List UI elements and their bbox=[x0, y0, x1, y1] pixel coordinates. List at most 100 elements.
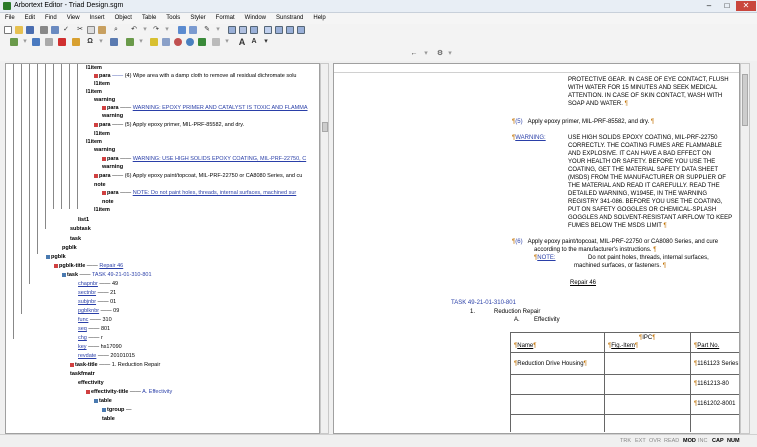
attr-sectnbr[interactable]: sectnbr —— 21 bbox=[78, 289, 116, 297]
format-dropdown-icon[interactable]: ▾ bbox=[262, 38, 270, 46]
attr-revdate[interactable]: revdate —— 20101015 bbox=[78, 352, 135, 360]
tree-node-task-end[interactable]: task bbox=[70, 235, 81, 243]
table-cell-part[interactable]: ¶1161202-8001 bbox=[694, 400, 736, 408]
redo-icon[interactable]: ↷ bbox=[152, 26, 160, 34]
attr-subjnbr[interactable]: subjnbr —— 01 bbox=[78, 298, 116, 306]
tree-node-table[interactable]: table bbox=[94, 397, 112, 405]
menu-find[interactable]: Find bbox=[40, 13, 62, 24]
menu-insert[interactable]: Insert bbox=[85, 13, 110, 24]
undo-icon[interactable]: ↶ bbox=[130, 26, 138, 34]
tree-node-table-end[interactable]: table bbox=[102, 415, 115, 423]
tree-node-taskfmatr[interactable]: taskfmatr bbox=[70, 370, 95, 378]
menu-object[interactable]: Object bbox=[110, 13, 137, 24]
note-label[interactable]: ¶NOTE: bbox=[534, 254, 556, 262]
tree-node-para[interactable]: para —— NOTE: Do not paint holes, thread… bbox=[102, 189, 296, 197]
attr-pgblknbr[interactable]: pgblknbr —— 09 bbox=[78, 307, 119, 315]
tree-node-task[interactable]: task —— TASK 49-21-01-310-801 bbox=[62, 271, 152, 279]
tree-node-pgblk[interactable]: pgblk bbox=[46, 253, 66, 261]
tree-node-para[interactable]: para —— (6) Apply epoxy paint/topcoat, M… bbox=[94, 172, 302, 180]
table-cell-name[interactable]: ¶Reduction Drive Housing¶ bbox=[514, 360, 587, 368]
browser-icon[interactable] bbox=[186, 38, 194, 46]
forward-icon[interactable]: ⚙ bbox=[436, 50, 444, 58]
symbol-dropdown-icon[interactable]: ▾ bbox=[97, 38, 105, 46]
document-edit-pane[interactable]: PROTECTIVE GEAR. IN CASE OF EYE CONTACT,… bbox=[333, 63, 740, 434]
attr-func[interactable]: func —— 310 bbox=[78, 316, 112, 324]
tree-node-l1item-end[interactable]: l1item bbox=[94, 206, 110, 214]
table-split-icon[interactable] bbox=[286, 26, 294, 34]
tree-node-para[interactable]: para —— (4) Wipe area with a damp cloth … bbox=[94, 72, 297, 80]
link-icon[interactable] bbox=[110, 38, 118, 46]
tree-node-tgroup[interactable]: tgroup — bbox=[102, 406, 131, 414]
find-icon[interactable]: ⌕ bbox=[112, 26, 120, 34]
tree-node-task-title[interactable]: task-title —— 1. Reduction Repair bbox=[70, 361, 160, 369]
right-scroll-thumb[interactable] bbox=[742, 74, 748, 126]
spellcheck-icon[interactable]: ✓ bbox=[62, 26, 70, 34]
new-icon[interactable] bbox=[4, 26, 12, 34]
undo-dropdown-icon[interactable]: ▾ bbox=[141, 26, 149, 34]
left-scroll-thumb[interactable] bbox=[322, 122, 328, 132]
table-insert-icon[interactable] bbox=[239, 26, 247, 34]
tag-dropdown-icon[interactable]: ▾ bbox=[21, 38, 29, 46]
tree-node-subtask-end[interactable]: subtask bbox=[70, 225, 91, 233]
tree-node-l1item[interactable]: l1item bbox=[86, 64, 102, 72]
tree-node-effectivity-title[interactable]: effectivity-title —— A. Effectivity bbox=[86, 388, 172, 396]
tree-node-warning-end[interactable]: warning bbox=[102, 112, 123, 120]
menu-help[interactable]: Help bbox=[308, 13, 330, 24]
menu-table[interactable]: Table bbox=[137, 13, 161, 24]
back-icon[interactable]: ← bbox=[410, 50, 418, 58]
insert-markup-icon[interactable] bbox=[178, 26, 186, 34]
table-row-icon[interactable] bbox=[250, 26, 258, 34]
table-cell-part[interactable]: ¶1161213-80 bbox=[694, 380, 729, 388]
attr-key[interactable]: key —— hs17090 bbox=[78, 343, 122, 351]
tree-node-para[interactable]: para —— (5) Apply epoxy primer, MIL-PRF-… bbox=[94, 121, 244, 129]
print-icon[interactable] bbox=[40, 26, 48, 34]
redo-dropdown-icon[interactable]: ▾ bbox=[163, 26, 171, 34]
font-size-icon[interactable]: A bbox=[250, 38, 258, 46]
tree-node-note-end[interactable]: note bbox=[102, 198, 114, 206]
save-icon[interactable] bbox=[26, 26, 34, 34]
change-markup-icon[interactable] bbox=[189, 26, 197, 34]
paste-icon[interactable] bbox=[98, 26, 106, 34]
minimize-button[interactable]: – bbox=[700, 1, 718, 11]
table-column-icon[interactable] bbox=[264, 26, 272, 34]
tree-node-pgblk-end[interactable]: pgblk bbox=[62, 244, 77, 252]
menu-tools[interactable]: Tools bbox=[161, 13, 185, 24]
tree-node-l1item[interactable]: l1item bbox=[86, 88, 102, 96]
menu-styler[interactable]: Styler bbox=[185, 13, 210, 24]
open-icon[interactable] bbox=[15, 26, 23, 34]
attr-chapnbr[interactable]: chapnbr —— 49 bbox=[78, 280, 118, 288]
copy-icon[interactable] bbox=[87, 26, 95, 34]
tag-icon[interactable] bbox=[10, 38, 18, 46]
table-merge-icon[interactable] bbox=[297, 26, 305, 34]
tree-node-warning[interactable]: warning bbox=[94, 96, 115, 104]
right-scrollbar[interactable] bbox=[740, 63, 750, 434]
graphic-icon[interactable] bbox=[126, 38, 134, 46]
menu-edit[interactable]: Edit bbox=[20, 13, 40, 24]
tree-node-effectivity[interactable]: effectivity bbox=[78, 379, 104, 387]
zoom-icon[interactable] bbox=[212, 38, 220, 46]
entity-icon[interactable] bbox=[32, 38, 40, 46]
warning-label[interactable]: ¶WARNING: bbox=[512, 134, 546, 142]
zoom-dropdown-icon[interactable]: ▾ bbox=[223, 38, 231, 46]
table-props-icon[interactable] bbox=[162, 38, 170, 46]
cut-icon[interactable]: ✂ bbox=[76, 26, 84, 34]
tree-node-pgblk-title[interactable]: pgblk-title —— Repair 46 bbox=[54, 262, 123, 270]
edit-attributes-icon[interactable]: ✎ bbox=[203, 26, 211, 34]
bold-icon[interactable]: A bbox=[238, 38, 246, 47]
menu-file[interactable]: File bbox=[0, 13, 20, 24]
menu-format[interactable]: Format bbox=[211, 13, 240, 24]
pdf-icon[interactable] bbox=[174, 38, 182, 46]
menu-sunstrand[interactable]: Sunstrand bbox=[271, 13, 308, 24]
tree-node-warning[interactable]: warning bbox=[94, 146, 115, 154]
menu-view[interactable]: View bbox=[62, 13, 85, 24]
close-button[interactable]: ✕ bbox=[736, 1, 756, 11]
highlight-icon[interactable] bbox=[150, 38, 158, 46]
tree-node-warning-end[interactable]: warning bbox=[102, 163, 123, 171]
bookmark-icon[interactable] bbox=[72, 38, 80, 46]
maximize-button[interactable]: □ bbox=[718, 1, 736, 11]
attr-chg[interactable]: chg —— r bbox=[78, 334, 103, 342]
back-dropdown-icon[interactable]: ▾ bbox=[422, 50, 430, 58]
document-map-pane[interactable]: l1item para —— (4) Wipe area with a damp… bbox=[5, 63, 320, 434]
table-icon[interactable] bbox=[228, 26, 236, 34]
attr-seq[interactable]: seq —— 801 bbox=[78, 325, 110, 333]
